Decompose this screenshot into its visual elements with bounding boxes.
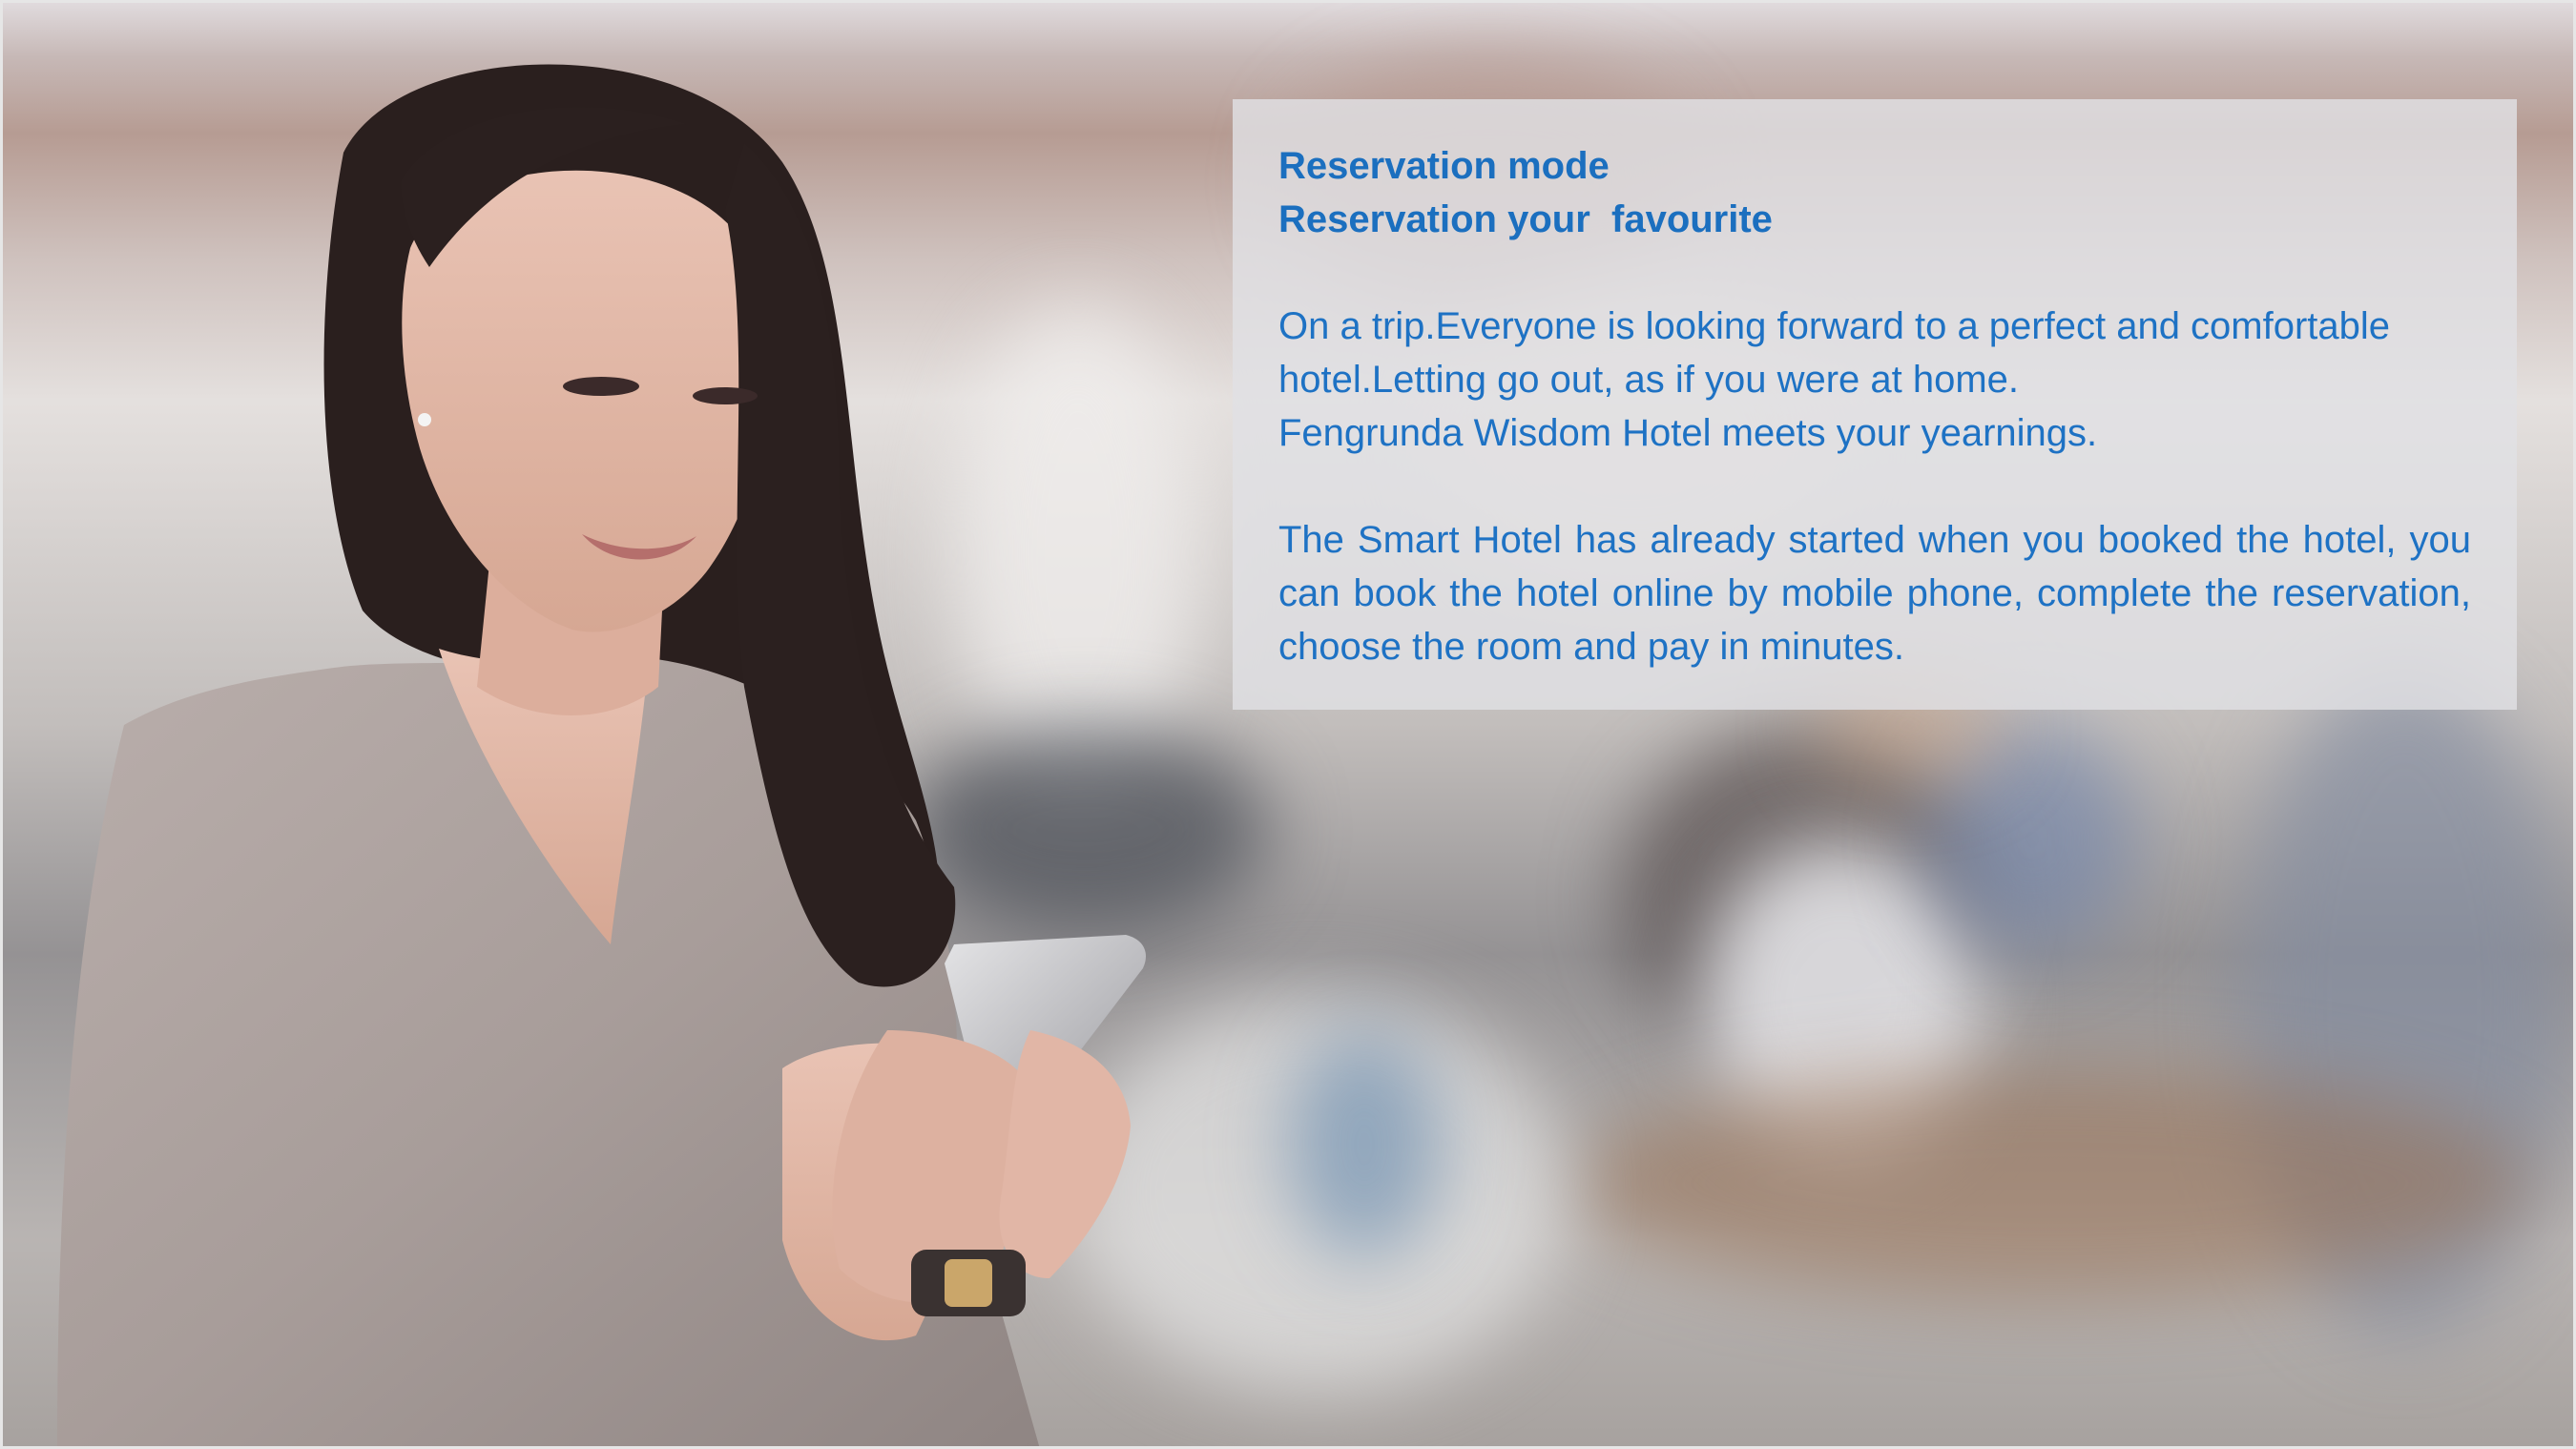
slide: Reservation mode Reservation your favour…: [0, 0, 2576, 1449]
paragraph1-line3: Fengrunda Wisdom Hotel meets your yearni…: [1278, 412, 2098, 454]
paragraph1-line1: On a trip.Everyone is looking forward to…: [1278, 305, 2391, 347]
heading-reservation-mode: Reservation mode: [1278, 145, 1610, 187]
woman-with-phone-photo: [57, 64, 1146, 1449]
reservation-info-panel: Reservation mode Reservation your favour…: [1233, 99, 2517, 710]
heading-reservation-favourite: Reservation your favourite: [1278, 198, 1773, 240]
paragraph1-line2: hotel.Letting go out, as if you were at …: [1278, 359, 2020, 401]
paragraph2: The Smart Hotel has already started when…: [1278, 519, 2471, 668]
